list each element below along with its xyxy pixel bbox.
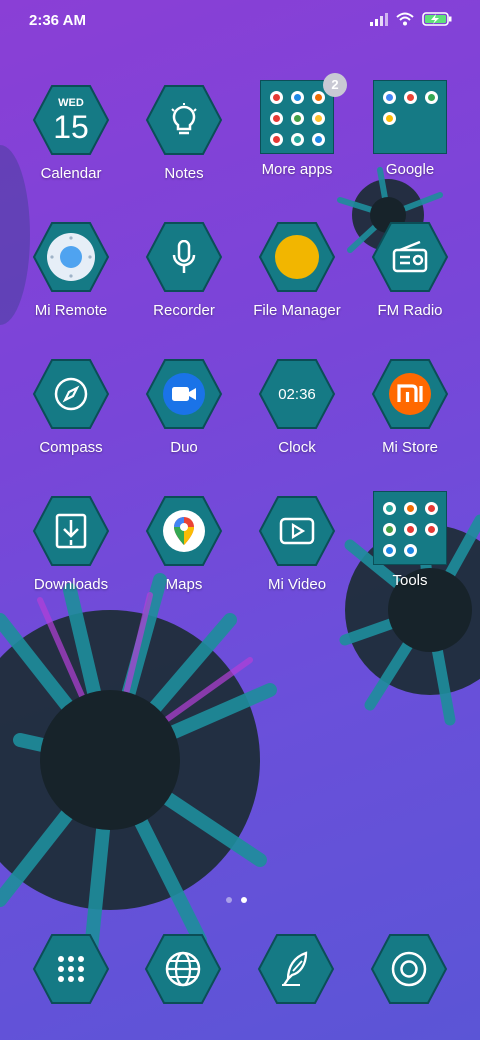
dock-app-drawer[interactable]	[32, 933, 110, 1009]
app-label: Mi Remote	[34, 302, 108, 319]
app-mini-icon	[404, 91, 417, 104]
app-mini-icon	[291, 133, 304, 146]
status-bar: 2:36 AM	[0, 0, 480, 44]
app-label: Compass	[39, 439, 103, 456]
play-video-icon	[279, 517, 315, 545]
app-mi-store[interactable]: Mi Store	[350, 358, 470, 484]
dock-notes[interactable]	[257, 933, 335, 1009]
app-mi-video[interactable]: Mi Video	[237, 495, 357, 621]
app-label: Notes	[164, 165, 204, 182]
app-mini-icon	[312, 133, 325, 146]
folder-tools[interactable]: Tools	[350, 491, 470, 617]
app-mini-icon	[383, 523, 396, 536]
app-label: Clock	[278, 439, 316, 456]
app-mini-icon	[291, 91, 304, 104]
app-label: FM Radio	[377, 302, 443, 319]
file-manager-icon	[275, 235, 319, 279]
radio-icon	[392, 241, 428, 273]
app-label: Google	[385, 161, 435, 178]
app-mini-icon	[383, 544, 396, 557]
battery-charging-icon	[422, 12, 452, 26]
remote-dpad-icon	[47, 233, 95, 281]
app-label: Tools	[392, 572, 428, 589]
wallpaper-spiky-ball-large	[0, 573, 277, 967]
app-mini-icon	[291, 112, 304, 125]
wifi-icon	[396, 12, 414, 26]
clock-icon: 02:36	[278, 385, 316, 403]
app-mini-icon	[404, 523, 417, 536]
app-mini-icon	[425, 502, 438, 515]
app-mini-icon	[270, 133, 283, 146]
folder-preview	[373, 491, 447, 565]
feather-notes-icon	[282, 951, 308, 986]
app-mini-icon	[404, 544, 417, 557]
app-mini-icon	[312, 112, 325, 125]
compass-icon	[54, 377, 88, 411]
app-label: Mi Video	[267, 576, 327, 593]
app-label: Downloads	[33, 576, 109, 593]
page-dot[interactable]	[226, 897, 232, 903]
app-calendar[interactable]: WED 15 Calendar	[11, 84, 131, 210]
app-mini-icon	[383, 91, 396, 104]
app-label: Calendar	[40, 165, 102, 182]
app-mini-icon	[425, 523, 438, 536]
app-label: File Manager	[253, 302, 341, 319]
app-duo[interactable]: Duo	[124, 358, 244, 484]
app-mini-icon	[312, 91, 325, 104]
folder-more-apps[interactable]: 2 More apps	[237, 73, 357, 206]
folder-google[interactable]: Google	[350, 80, 470, 206]
notification-badge: 2	[323, 73, 347, 97]
signal-icon	[370, 13, 388, 26]
app-clock[interactable]: 02:36 Clock	[237, 358, 357, 484]
folder-preview: 2	[260, 73, 347, 154]
app-label: Duo	[170, 439, 198, 456]
camera-icon	[391, 951, 427, 987]
app-downloads[interactable]: Downloads	[11, 495, 131, 621]
app-mini-icon	[270, 112, 283, 125]
mi-logo-icon	[389, 373, 431, 415]
dock-browser[interactable]	[144, 933, 222, 1009]
microphone-icon	[172, 240, 196, 273]
maps-pin-icon	[163, 510, 205, 552]
app-label: More apps	[261, 161, 333, 178]
app-recorder[interactable]: Recorder	[124, 221, 244, 347]
app-label: Recorder	[153, 302, 215, 319]
dock-camera[interactable]	[370, 933, 448, 1009]
app-mini-icon	[270, 91, 283, 104]
status-time: 2:36 AM	[29, 12, 86, 29]
lightbulb-icon	[171, 103, 197, 135]
app-drawer-icon	[58, 956, 84, 982]
app-maps[interactable]: Maps	[124, 495, 244, 621]
download-icon	[55, 513, 87, 549]
app-notes[interactable]: Notes	[124, 84, 244, 210]
app-compass[interactable]: Compass	[11, 358, 131, 484]
app-label: Mi Store	[382, 439, 438, 456]
app-fm-radio[interactable]: FM Radio	[350, 221, 470, 347]
app-mini-icon	[404, 502, 417, 515]
browser-globe-icon	[165, 951, 201, 987]
page-indicator	[226, 897, 247, 903]
app-mini-icon	[383, 112, 396, 125]
app-mini-icon	[383, 502, 396, 515]
page-dot-active[interactable]	[241, 897, 247, 903]
app-label: Maps	[165, 576, 203, 593]
folder-preview	[373, 80, 447, 154]
video-call-icon	[163, 373, 205, 415]
app-mini-icon	[425, 91, 438, 104]
app-mi-remote[interactable]: Mi Remote	[11, 221, 131, 347]
app-file-manager[interactable]: File Manager	[237, 221, 357, 347]
calendar-icon: WED 15	[53, 96, 89, 145]
